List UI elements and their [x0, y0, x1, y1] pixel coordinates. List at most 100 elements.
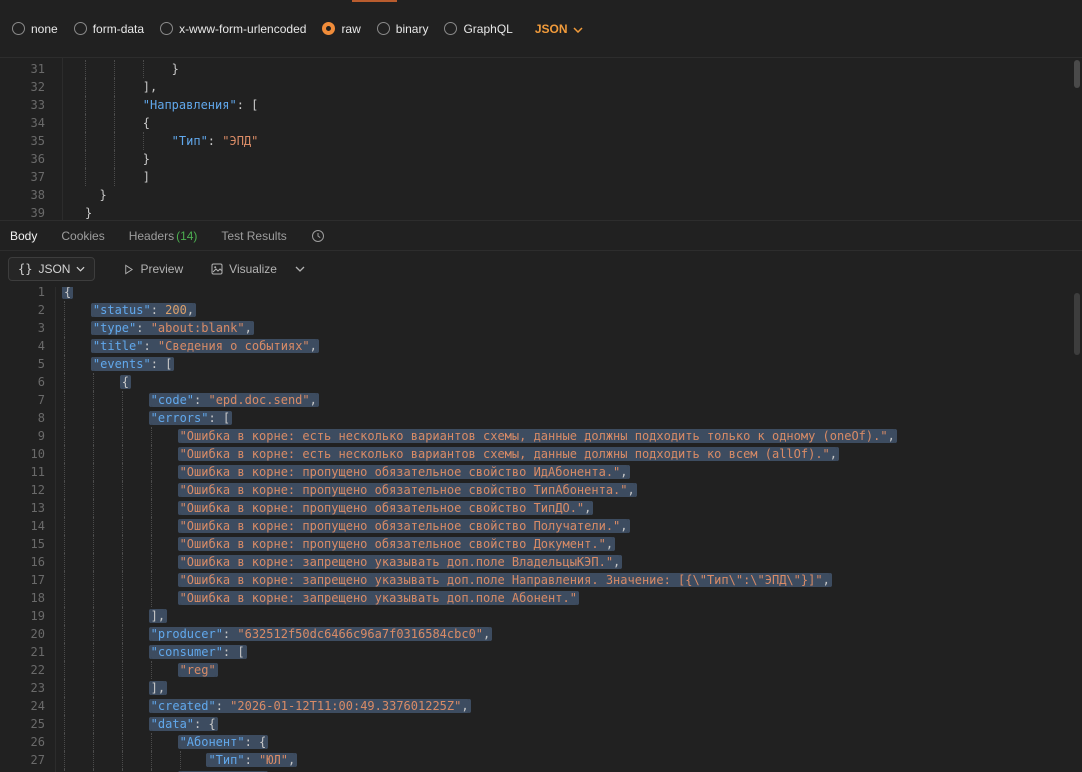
visualize-dropdown-button[interactable] [295, 266, 305, 272]
indent-guide [64, 607, 93, 625]
line-number: 36 [30, 152, 45, 166]
code-line-33: 33 "Направления": [ [0, 96, 1082, 114]
indent-guide [150, 553, 180, 571]
radio-raw[interactable]: raw [322, 21, 361, 36]
code-line-32: 32], [0, 78, 1082, 96]
code-line-11: 11 "Ошибка в корне: пропущено обязательно… [0, 463, 1082, 481]
indent-guide [121, 499, 151, 517]
postman-body-panel: { "colors": { "background": "#212121", "… [0, 0, 1082, 772]
indent-guide [92, 733, 122, 751]
code-text: "Ошибка в корне: запрещено указывать доп… [179, 573, 830, 587]
line-number: 7 [37, 393, 45, 407]
indent-guide [113, 114, 143, 132]
indent-guide [121, 625, 151, 643]
tab-body[interactable]: Body [10, 229, 37, 243]
code-text: { [64, 287, 72, 299]
radio-binary[interactable]: binary [376, 22, 428, 36]
indent-guide [142, 60, 172, 78]
code-text: "Ошибка в корне: есть несколько варианто… [179, 447, 838, 461]
tab-test-results[interactable]: Test Results [221, 229, 286, 243]
indent-guide [121, 697, 151, 715]
tab-headers[interactable]: Headers (14) [129, 229, 198, 243]
line-number: 26 [30, 735, 45, 749]
code-text: "Ошибка в корне: пропущено обязательное … [179, 483, 635, 497]
code-text: "producer": "632512f50dc6466c96a7f031658… [150, 627, 491, 641]
indent-guide [64, 373, 93, 391]
indent-guide [92, 427, 122, 445]
indent-guide [92, 481, 122, 499]
code-line-8: 8 "errors": [ [0, 409, 1082, 427]
indent-guide [92, 643, 122, 661]
indent-guide [121, 589, 151, 607]
code-line-12: 12 "Ошибка в корне: пропущено обязательно… [0, 481, 1082, 499]
indent-guide [121, 571, 151, 589]
language-selector[interactable]: JSON [535, 22, 583, 36]
radio-form-data[interactable]: form-data [73, 22, 144, 36]
indent-guide [64, 481, 93, 499]
indent-guide [64, 445, 93, 463]
code-text: { [121, 375, 130, 389]
code-line-25: 25 "data": { [0, 715, 1082, 733]
line-number: 20 [30, 627, 45, 641]
visualize-button[interactable]: Visualize [211, 262, 277, 276]
code-line-38: 38 } [0, 186, 1082, 204]
scrollbar-thumb[interactable] [1074, 60, 1080, 88]
indent-guide [92, 625, 122, 643]
code-line-13: 13 "Ошибка в корне: пропущено обязательно… [0, 499, 1082, 517]
code-text: "Ошибка в корне: пропущено обязательное … [179, 537, 614, 551]
code-line-5: 5 "events": [ [0, 355, 1082, 373]
code-line-4: 4 "title": "Сведения о событиях", [0, 337, 1082, 355]
request-body-editor[interactable]: 31} 32], 33 "Направления": [34{35 "Тип": "ЭП… [0, 58, 1082, 221]
line-number: 11 [30, 465, 45, 479]
code-line-7: 7 "code": "epd.doc.send", [0, 391, 1082, 409]
indent-guide [150, 733, 180, 751]
indent-guide [64, 643, 93, 661]
line-number: 31 [30, 62, 45, 76]
code-line-22: 22 "reg" [0, 661, 1082, 679]
indent-guide [113, 168, 143, 186]
history-clock-icon [311, 229, 324, 242]
line-number: 37 [30, 170, 45, 184]
code-text: } [171, 62, 179, 76]
indent-guide [113, 60, 143, 78]
indent-guide [64, 337, 93, 355]
indent-guide [92, 445, 122, 463]
response-tabs: Body Cookies Headers (14) Test Results [0, 221, 1082, 251]
indent-guide [64, 409, 93, 427]
radio-circle-icon [12, 22, 25, 35]
indent-guide [85, 150, 114, 168]
radio-x-www-form-urlencoded[interactable]: x-www-form-urlencoded [160, 22, 306, 36]
indent-guide [92, 751, 122, 769]
code-line-15: 15 "Ошибка в корне: пропущено обязательно… [0, 535, 1082, 553]
code-text: "Направления": [ [142, 98, 259, 112]
line-number: 5 [37, 357, 45, 371]
line-number: 39 [30, 206, 45, 220]
code-text: "data": { [150, 717, 216, 731]
code-line-34: 34 { [0, 114, 1082, 132]
radio-graphql[interactable]: GraphQL [444, 22, 513, 36]
line-number: 21 [30, 645, 45, 659]
code-line-14: 14 "Ошибка в корне: пропущено обязательно… [0, 517, 1082, 535]
indent-guide [121, 535, 151, 553]
code-text: } [85, 206, 93, 220]
body-type-bar: none form-data x-www-form-urlencoded raw… [0, 0, 1082, 58]
indent-guide [92, 607, 122, 625]
radio-circle-selected-icon [322, 22, 336, 35]
code-text: "events": [ [92, 357, 173, 371]
radio-label: raw [341, 21, 361, 36]
indent-guide [150, 751, 180, 769]
response-body-editor[interactable]: 1{2 "status": 200, 3 "type": "about:blank",… [0, 287, 1082, 772]
scrollbar-thumb[interactable] [1074, 293, 1080, 355]
indent-guide [113, 96, 143, 114]
code-text: ], [150, 681, 166, 695]
radio-none[interactable]: none [12, 22, 58, 36]
tab-cookies[interactable]: Cookies [61, 229, 104, 243]
indent-guide [113, 132, 143, 150]
history-button[interactable] [311, 229, 325, 243]
code-line-24: 24 "created": "2026-01-12T11:00:49.337601… [0, 697, 1082, 715]
response-format-dropdown[interactable]: {} JSON [8, 257, 96, 281]
indent-guide [64, 679, 93, 697]
preview-button[interactable]: Preview [123, 262, 183, 276]
language-selector-label: JSON [534, 21, 568, 36]
indent-guide [121, 679, 151, 697]
